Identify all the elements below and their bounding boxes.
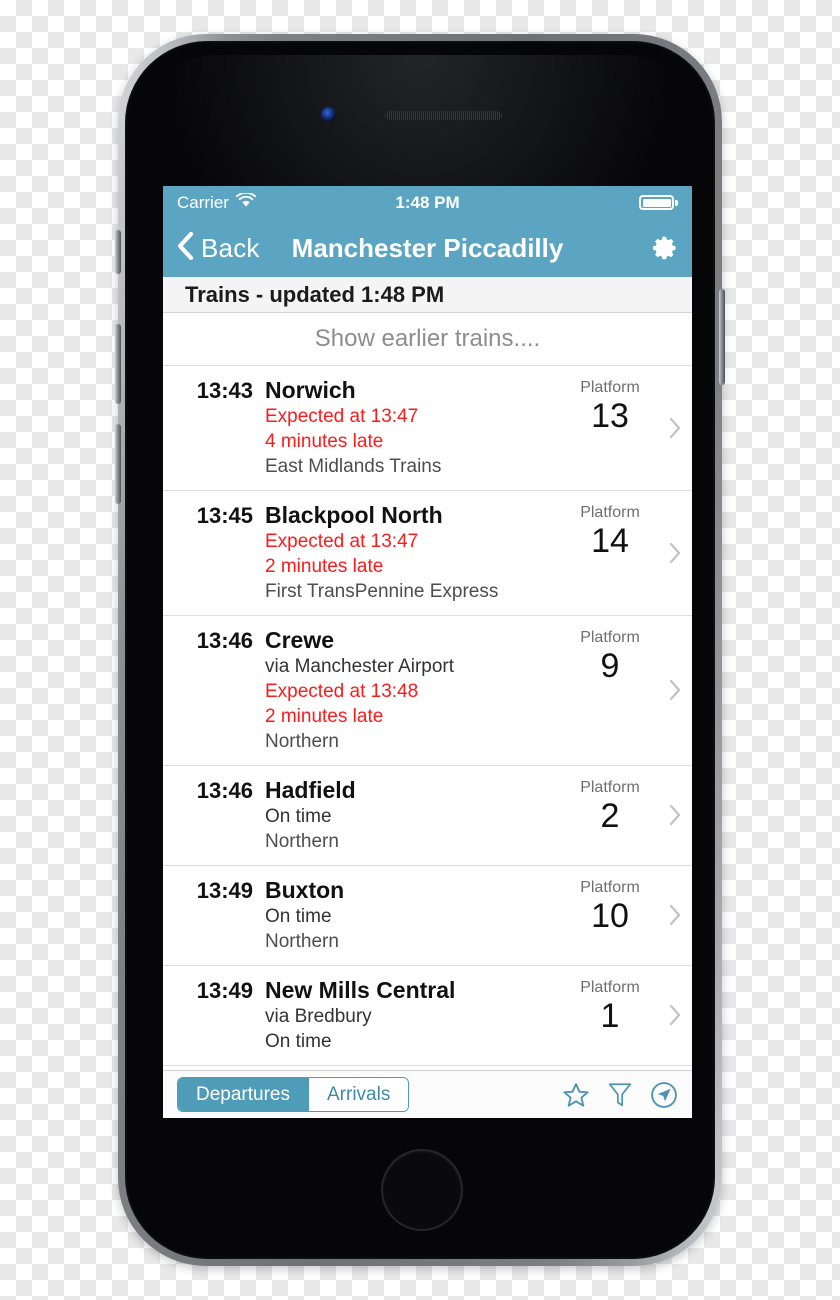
table-row[interactable]: 13:46 Hadfield On time Northern Platform 2	[163, 766, 692, 866]
row-status: Expected at 13:48	[265, 681, 419, 702]
row-platform: Platform 13	[562, 376, 658, 435]
platform-label: Platform	[580, 379, 640, 396]
platform-number: 14	[591, 522, 629, 560]
row-platform: Platform 14	[562, 501, 658, 560]
location-arrow-icon[interactable]	[650, 1081, 678, 1109]
row-platform: Platform 10	[562, 876, 658, 935]
segment-arrivals[interactable]: Arrivals	[308, 1078, 409, 1111]
row-via: via Bredbury	[265, 1006, 372, 1027]
row-destination: Crewe	[265, 627, 335, 653]
platform-number: 13	[591, 397, 629, 435]
platform-number: 10	[591, 897, 629, 935]
row-destination: New Mills Central	[265, 977, 456, 1003]
row-status: On time	[265, 906, 332, 927]
wifi-icon	[236, 191, 256, 212]
chevron-right-icon	[658, 678, 692, 702]
row-operator: Northern	[265, 931, 339, 952]
row-departure-time: 13:49	[196, 978, 253, 1003]
chevron-right-icon	[658, 416, 692, 440]
navigation-bar: Back Manchester Piccadilly	[163, 219, 692, 277]
front-camera-icon	[321, 107, 336, 122]
platform-label: Platform	[580, 629, 640, 646]
gear-icon[interactable]	[651, 234, 679, 262]
back-button[interactable]: Back	[176, 231, 260, 266]
row-status: On time	[265, 1031, 332, 1052]
row-destination: Norwich	[265, 377, 356, 403]
row-details: Norwich Expected at 13:47 4 minutes late Ea…	[253, 376, 562, 479]
chevron-right-icon	[658, 903, 692, 927]
bottom-toolbar: Departures Arrivals	[163, 1070, 692, 1118]
volume-up-button[interactable]	[115, 324, 121, 404]
phone-device-frame: Carrier 1:48 PM Back Manchester Piccadil…	[115, 34, 725, 1266]
carrier-group: Carrier	[177, 191, 256, 213]
row-departure-time: 13:49	[196, 878, 253, 903]
row-destination: Hadfield	[265, 777, 356, 803]
chevron-right-icon	[658, 1003, 692, 1027]
home-button[interactable]	[381, 1149, 463, 1231]
row-operator: Northern	[265, 831, 339, 852]
earpiece-speaker-icon	[385, 111, 502, 120]
row-departure-time: 13:45	[196, 503, 253, 528]
section-header: Trains - updated 1:48 PM	[163, 277, 692, 313]
mute-switch-button[interactable]	[115, 230, 121, 274]
chevron-left-icon	[176, 231, 194, 266]
row-departure-time: 13:46	[196, 628, 253, 653]
row-delay: 2 minutes late	[265, 556, 384, 577]
row-details: Blackpool North Expected at 13:47 2 minute…	[253, 501, 562, 604]
table-row[interactable]: 13:45 Blackpool North Expected at 13:47 2 m…	[163, 491, 692, 616]
table-row[interactable]: 13:49 New Mills Central via Bredbury On tim…	[163, 966, 692, 1066]
filter-funnel-icon[interactable]	[607, 1081, 633, 1109]
row-details: Crewe via Manchester Airport Expected at 1…	[253, 626, 562, 754]
row-destination: Blackpool North	[265, 502, 443, 528]
row-operator: First TransPennine Express	[265, 581, 499, 602]
phone-bezel: Carrier 1:48 PM Back Manchester Piccadil…	[125, 41, 715, 1259]
platform-label: Platform	[580, 779, 640, 796]
row-destination: Buxton	[265, 877, 345, 903]
platform-label: Platform	[580, 879, 640, 896]
table-row[interactable]: 13:46 Crewe via Manchester Airport Expected…	[163, 616, 692, 766]
row-operator: East Midlands Trains	[265, 456, 442, 477]
platform-number: 2	[600, 797, 620, 835]
row-platform: Platform 1	[562, 976, 658, 1035]
departures-arrivals-segmented-control[interactable]: Departures Arrivals	[177, 1077, 410, 1112]
back-button-label: Back	[201, 232, 260, 263]
row-details: New Mills Central via Bredbury On time	[253, 976, 562, 1054]
volume-down-button[interactable]	[115, 424, 121, 504]
table-row[interactable]: 13:49 Buxton On time Northern Platform 10	[163, 866, 692, 966]
row-delay: 2 minutes late	[265, 706, 384, 727]
chevron-right-icon	[658, 541, 692, 565]
power-button[interactable]	[719, 289, 725, 385]
platform-label: Platform	[580, 979, 640, 996]
row-details: Hadfield On time Northern	[253, 776, 562, 854]
row-platform: Platform 2	[562, 776, 658, 835]
row-status: On time	[265, 806, 332, 827]
row-status: Expected at 13:47	[265, 531, 419, 552]
chevron-right-icon	[658, 803, 692, 827]
row-via: via Manchester Airport	[265, 656, 455, 677]
row-departure-time: 13:46	[196, 778, 253, 803]
status-bar: Carrier 1:48 PM	[163, 186, 692, 219]
platform-label: Platform	[580, 504, 640, 521]
star-icon[interactable]	[562, 1081, 590, 1109]
phone-screen: Carrier 1:48 PM Back Manchester Piccadil…	[163, 186, 692, 1118]
platform-number: 9	[600, 647, 620, 685]
show-earlier-trains-button[interactable]: Show earlier trains....	[163, 313, 692, 365]
table-row[interactable]: 13:43 Norwich Expected at 13:47 4 minutes l…	[163, 366, 692, 491]
row-operator: Northern	[265, 731, 339, 752]
segment-departures[interactable]: Departures	[178, 1078, 308, 1111]
row-departure-time: 13:43	[196, 378, 253, 403]
train-departures-list: 13:43 Norwich Expected at 13:47 4 minutes l…	[163, 365, 692, 1066]
carrier-label: Carrier	[177, 192, 229, 212]
toolbar-icon-group	[562, 1081, 678, 1109]
row-status: Expected at 13:47	[265, 406, 419, 427]
platform-number: 1	[600, 997, 620, 1035]
battery-full-icon	[639, 195, 678, 210]
row-delay: 4 minutes late	[265, 431, 384, 452]
row-details: Buxton On time Northern	[253, 876, 562, 954]
row-platform: Platform 9	[562, 626, 658, 685]
